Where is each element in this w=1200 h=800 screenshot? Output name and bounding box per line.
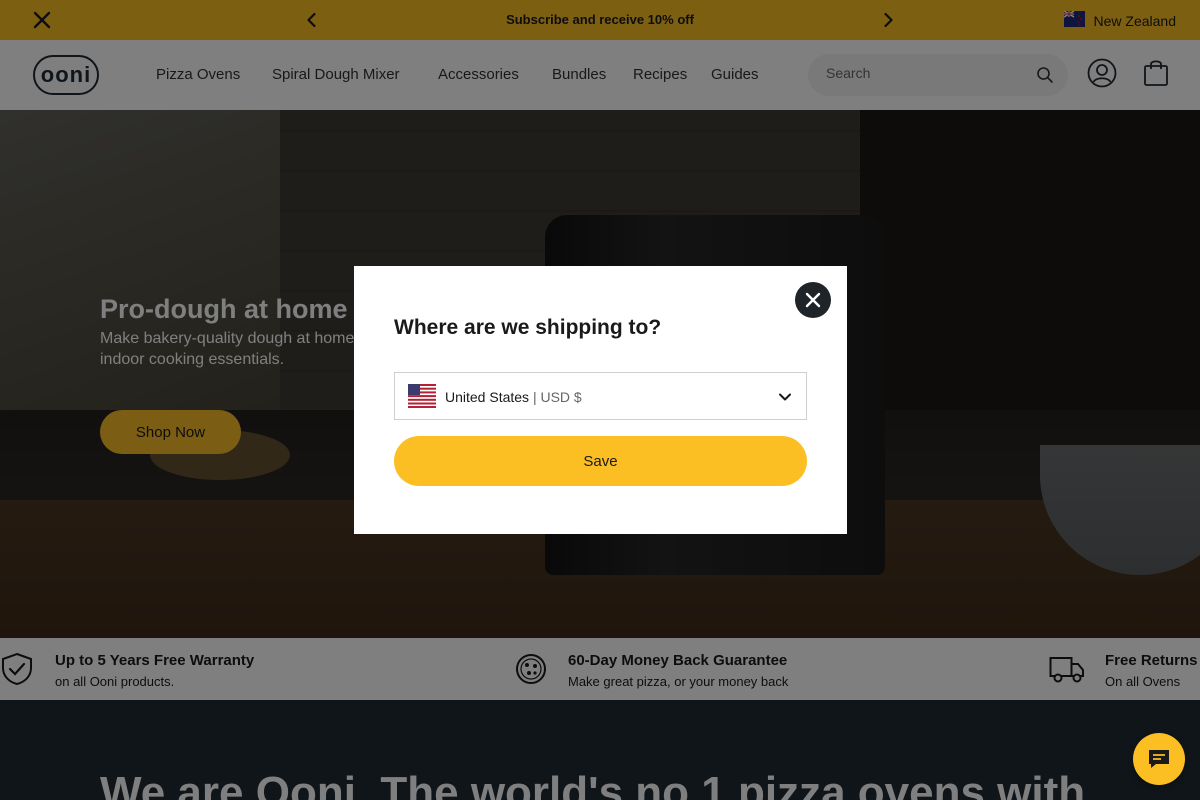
chevron-right-icon[interactable]: [878, 10, 898, 30]
features-bar: Up to 5 Years Free Warranty on all Ooni …: [0, 638, 1200, 700]
nav-guides[interactable]: Guides: [711, 66, 759, 83]
close-modal-button[interactable]: [795, 282, 831, 318]
feature-title: Free Returns: [1105, 652, 1198, 669]
pizza-icon: [514, 652, 548, 686]
feature-subtitle: on all Ooni products.: [55, 674, 175, 689]
feature-subtitle: Make great pizza, or your money back: [568, 674, 789, 689]
account-icon[interactable]: [1087, 58, 1117, 88]
us-flag-icon: [408, 384, 436, 408]
nav-recipes[interactable]: Recipes: [633, 66, 687, 83]
announcement-message[interactable]: Subscribe and receive 10% off: [450, 12, 750, 27]
nav-pizza-ovens[interactable]: Pizza Ovens: [156, 66, 240, 83]
nav-spiral-dough-mixer[interactable]: Spiral Dough Mixer: [272, 66, 400, 83]
ooni-logo[interactable]: ooni: [33, 55, 99, 95]
country-select-value: United States | USD $: [445, 389, 582, 405]
chevron-left-icon[interactable]: [302, 10, 322, 30]
shipping-modal: Where are we shipping to? United States …: [354, 266, 847, 534]
region-selector[interactable]: New Zealand: [1063, 10, 1177, 30]
search-icon[interactable]: [1036, 66, 1054, 84]
chat-button[interactable]: [1133, 733, 1185, 785]
save-button[interactable]: Save: [394, 436, 807, 486]
feature-title: Up to 5 Years Free Warranty: [55, 652, 255, 669]
close-announcement-icon[interactable]: [30, 8, 54, 32]
region-label: New Zealand: [1093, 12, 1177, 29]
country-name: United States: [445, 389, 530, 405]
chevron-down-icon: [778, 390, 792, 404]
search-bar: [808, 54, 1068, 96]
feature-subtitle: On all Ovens: [1105, 674, 1181, 689]
nav-bundles[interactable]: Bundles: [552, 66, 606, 83]
country-select[interactable]: United States | USD $: [394, 372, 807, 420]
site-header: ooni Pizza Ovens Spiral Dough Mixer Acce…: [0, 40, 1200, 110]
close-icon: [805, 292, 821, 308]
shop-now-button[interactable]: Shop Now: [100, 410, 241, 454]
new-zealand-flag-icon: [1063, 10, 1085, 30]
feature-title: 60-Day Money Back Guarantee: [568, 652, 788, 669]
hero-title: Pro-dough at home: [100, 294, 348, 324]
search-input[interactable]: [826, 65, 1026, 81]
delivery-truck-icon: [1049, 652, 1084, 686]
shield-check-icon: [0, 652, 34, 686]
about-section: We are Ooni. The world's no.1 pizza oven…: [0, 700, 1200, 800]
about-headline: We are Ooni. The world's no.1 pizza oven…: [100, 768, 1086, 800]
currency-label: | USD $: [529, 389, 582, 405]
nav-accessories[interactable]: Accessories: [438, 66, 519, 83]
announcement-bar: Subscribe and receive 10% off New Zealan…: [0, 0, 1200, 40]
modal-title: Where are we shipping to?: [394, 316, 662, 339]
cart-icon[interactable]: [1143, 57, 1169, 87]
